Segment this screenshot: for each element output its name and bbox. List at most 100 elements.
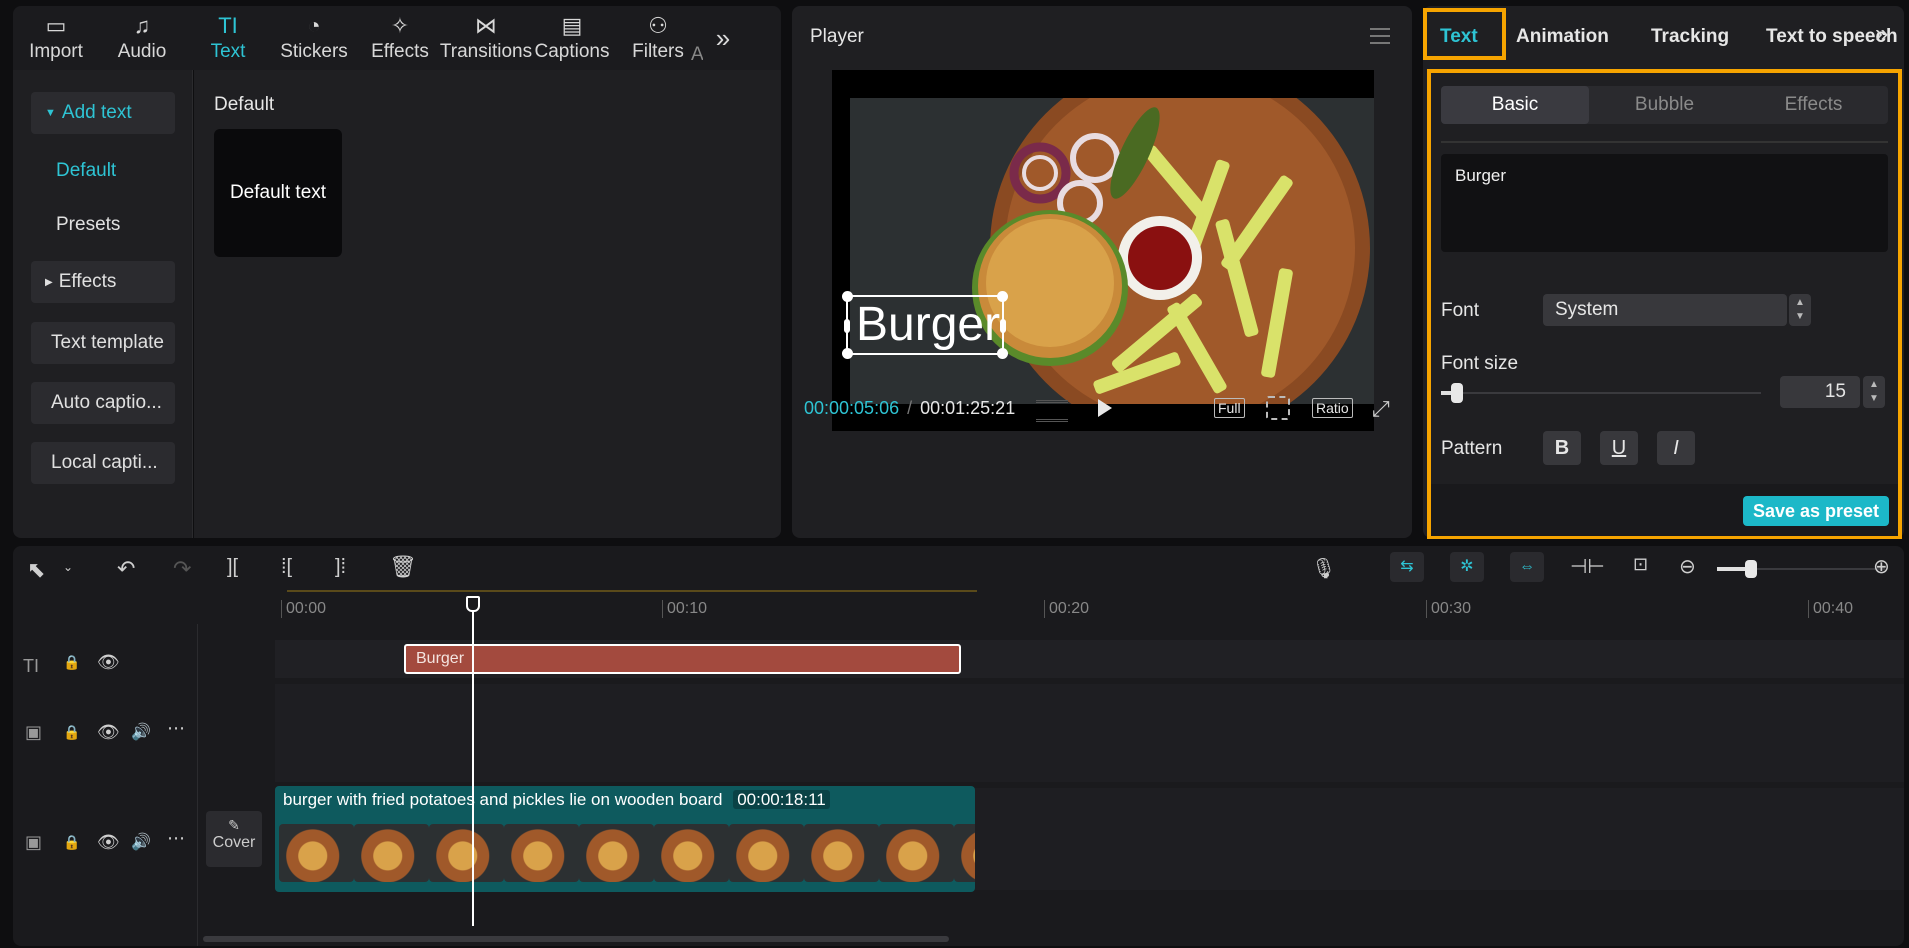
- nav-auto-captions[interactable]: Auto captio...: [31, 382, 175, 424]
- tab-animation[interactable]: Animation: [1516, 26, 1609, 48]
- select-tool-icon[interactable]: ⬉: [27, 557, 45, 583]
- video-frame-thumb: [429, 824, 504, 882]
- add-text-item[interactable]: ▼ Add text: [31, 92, 175, 134]
- nav-text-template[interactable]: Text template: [31, 322, 175, 364]
- tool-captions[interactable]: ▤ Captions: [529, 6, 615, 70]
- resize-handle-bl[interactable]: [842, 348, 853, 359]
- tool-text[interactable]: TI Text: [185, 6, 271, 70]
- resize-handle-r[interactable]: [1000, 319, 1006, 333]
- tool-import[interactable]: ▭ Import: [13, 6, 99, 70]
- font-stepper-icon[interactable]: ▲ ▼: [1789, 294, 1811, 326]
- select-dropdown-icon[interactable]: ⌄: [63, 560, 73, 574]
- video-clip[interactable]: burger with fried potatoes and pickles l…: [275, 786, 975, 892]
- video-track-1-more-icon[interactable]: ⋯: [167, 718, 185, 739]
- expand-tabs-icon[interactable]: »: [1875, 20, 1888, 48]
- text-overlay-box[interactable]: Burger: [842, 291, 1008, 359]
- tool-label: Effects: [371, 41, 429, 62]
- font-select[interactable]: System: [1543, 294, 1787, 326]
- nav-local-captions[interactable]: Local capti...: [31, 442, 175, 484]
- preview-axis-icon[interactable]: ⊣⊢: [1570, 554, 1605, 579]
- main-track-magnet-icon[interactable]: ⇆: [1390, 552, 1424, 582]
- video-track-2-audio-icon[interactable]: 🔊: [131, 832, 151, 852]
- player-title: Player: [810, 26, 864, 47]
- tool-filters[interactable]: ⚇ Filters: [615, 6, 701, 70]
- redo-icon[interactable]: ↷: [173, 556, 191, 582]
- expand-tools-icon[interactable]: »: [703, 6, 743, 70]
- effects-item[interactable]: ▶ Effects: [31, 261, 175, 303]
- tool-audio[interactable]: ♫ Audio: [99, 6, 185, 70]
- text-input[interactable]: Burger: [1441, 154, 1888, 252]
- nav-default[interactable]: Default: [56, 160, 116, 182]
- effects-icon: ✧: [390, 13, 410, 38]
- zoom-fit-icon[interactable]: [1266, 396, 1290, 420]
- tick-3: 00:30: [1426, 600, 1471, 618]
- tool-transitions[interactable]: ⋈ Transitions: [440, 6, 532, 70]
- video-frame-thumb: [504, 824, 579, 882]
- text-icon: TI: [218, 13, 238, 38]
- video-track-1-eye-icon[interactable]: 👁: [97, 722, 120, 743]
- ratio-button[interactable]: Ratio: [1312, 398, 1353, 418]
- total-time: 00:01:25:21: [920, 398, 1016, 418]
- timeline-panel: ⬉ ⌄ ↶ ↷ ][ ⁞[ ]⁞ 🗑 🎙 ⇆ ✲ ⇔ ⊣⊢ ⊡ ⊖ ⊕ 00:0…: [13, 546, 1904, 946]
- tab-tracking[interactable]: Tracking: [1651, 26, 1729, 48]
- video-track-1-icon: ▣: [25, 722, 43, 742]
- video-track-1-lock-icon[interactable]: 🔒: [63, 724, 80, 741]
- split-left-icon[interactable]: ⁞[: [281, 556, 292, 579]
- underline-button[interactable]: U: [1600, 431, 1638, 465]
- section-title: Default: [214, 94, 275, 115]
- undo-icon[interactable]: ↶: [117, 556, 135, 582]
- font-size-slider-thumb[interactable]: [1450, 383, 1463, 403]
- subtab-bubble[interactable]: Bubble: [1590, 86, 1739, 124]
- menu-icon[interactable]: [1370, 28, 1390, 44]
- font-size-stepper-icon[interactable]: ▲ ▼: [1863, 376, 1885, 408]
- playhead[interactable]: [472, 596, 474, 926]
- subtab-effects[interactable]: Effects: [1739, 86, 1888, 124]
- text-clip[interactable]: Burger: [404, 644, 961, 674]
- text-track-lock-icon[interactable]: 🔒: [63, 654, 80, 671]
- caret-right-icon: ▶: [45, 276, 53, 288]
- tool-effects[interactable]: ✧ Effects: [357, 6, 443, 70]
- tool-stickers[interactable]: ◔ Stickers: [271, 6, 357, 70]
- default-text-card[interactable]: Default text: [214, 129, 342, 257]
- zoom-out-icon[interactable]: ⊖: [1679, 554, 1696, 579]
- thumbnail-icon[interactable]: ⊡: [1633, 554, 1648, 575]
- subtab-basic[interactable]: Basic: [1441, 86, 1589, 124]
- edit-icon: ✎: [228, 817, 240, 833]
- cover-button[interactable]: ✎ Cover: [206, 811, 262, 867]
- font-size-slider[interactable]: [1441, 383, 1761, 403]
- resize-handle-tl[interactable]: [842, 291, 853, 302]
- link-icon[interactable]: ⇔: [1510, 552, 1544, 582]
- font-size-input[interactable]: 15: [1780, 376, 1860, 408]
- save-preset-button[interactable]: Save as preset: [1743, 496, 1889, 526]
- video-track-2-more-icon[interactable]: ⋯: [167, 828, 185, 849]
- horizontal-scrollbar[interactable]: [203, 936, 949, 942]
- split-right-icon[interactable]: ]⁞: [335, 556, 346, 579]
- zoom-slider-thumb[interactable]: [1744, 560, 1757, 578]
- video-track-2-eye-icon[interactable]: 👁: [97, 832, 120, 853]
- font-size-label: Font size: [1441, 353, 1519, 374]
- video-track-1-audio-icon[interactable]: 🔊: [131, 722, 151, 742]
- font-label: Font: [1441, 300, 1480, 321]
- playhead-handle[interactable]: [466, 596, 480, 612]
- full-button[interactable]: Full: [1214, 398, 1245, 418]
- fullscreen-icon[interactable]: ⤢: [1372, 396, 1390, 422]
- burger-scene-image: [850, 98, 1374, 404]
- microphone-icon[interactable]: 🎙: [1311, 556, 1336, 581]
- video-preview[interactable]: Burger: [832, 70, 1374, 431]
- text-track-eye-icon[interactable]: 👁: [97, 652, 120, 673]
- play-icon[interactable]: [1098, 399, 1112, 417]
- resize-handle-l[interactable]: [844, 319, 850, 333]
- delete-icon[interactable]: 🗑: [389, 554, 417, 580]
- split-icon[interactable]: ][: [227, 556, 238, 579]
- italic-button[interactable]: I: [1657, 431, 1695, 465]
- zoom-slider[interactable]: [1717, 560, 1885, 578]
- auto-snap-icon[interactable]: ✲: [1450, 552, 1484, 582]
- resize-handle-br[interactable]: [997, 348, 1008, 359]
- nav-presets[interactable]: Presets: [56, 214, 120, 236]
- bold-button[interactable]: B: [1543, 431, 1581, 465]
- video-track-2-lock-icon[interactable]: 🔒: [63, 834, 80, 851]
- resize-handle-tr[interactable]: [997, 291, 1008, 302]
- text-clip-label: Burger: [416, 650, 465, 667]
- timeline-grid-icon[interactable]: [1036, 400, 1068, 422]
- zoom-in-icon[interactable]: ⊕: [1873, 554, 1890, 579]
